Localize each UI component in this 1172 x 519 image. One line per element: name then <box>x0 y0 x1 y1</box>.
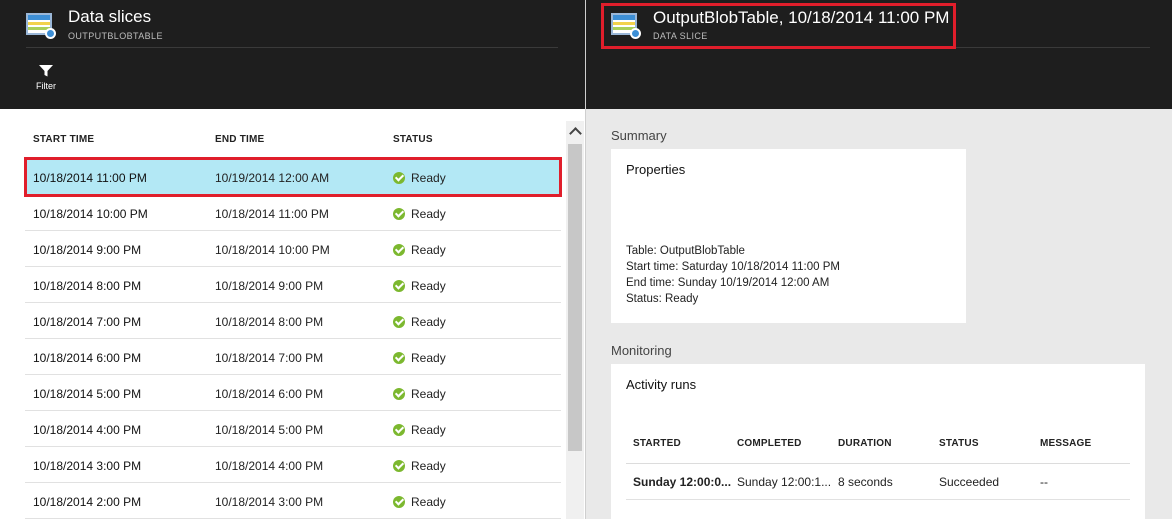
table-row[interactable]: 10/18/2014 8:00 PM 10/18/2014 9:00 PM Re… <box>25 267 561 303</box>
ready-check-icon <box>393 352 405 364</box>
status-cell: Ready <box>393 423 446 437</box>
ready-check-icon <box>393 460 405 472</box>
blade-header: OutputBlobTable, 10/18/2014 11:00 PM DAT… <box>586 0 1172 109</box>
status-label: Ready <box>411 459 446 473</box>
column-header-status[interactable]: STATUS <box>393 134 433 145</box>
table-row[interactable]: 10/18/2014 2:00 PM 10/18/2014 3:00 PM Re… <box>25 483 561 519</box>
start-time-cell: 10/18/2014 4:00 PM <box>33 423 142 437</box>
start-time-cell: 10/18/2014 9:00 PM <box>33 243 142 257</box>
data-table-icon <box>26 13 56 39</box>
data-slices-list: 10/18/2014 11:00 PM 10/19/2014 12:00 AM … <box>25 159 561 519</box>
end-time-cell: 10/18/2014 9:00 PM <box>215 279 324 293</box>
column-header-status[interactable]: STATUS <box>939 438 979 449</box>
scroll-up-icon[interactable] <box>566 121 584 141</box>
duration-cell: 8 seconds <box>838 475 893 489</box>
status-cell: Ready <box>393 279 446 293</box>
activity-runs-tile[interactable]: Activity runs STARTED COMPLETED DURATION… <box>611 364 1145 519</box>
status-label: Ready <box>411 207 446 221</box>
status-label: Ready <box>411 495 446 509</box>
summary-label: Summary <box>611 128 667 143</box>
status-label: Ready <box>411 315 446 329</box>
ready-check-icon <box>393 496 405 508</box>
table-row[interactable]: 10/18/2014 5:00 PM 10/18/2014 6:00 PM Re… <box>25 375 561 411</box>
ready-check-icon <box>393 244 405 256</box>
status-cell: Ready <box>393 243 446 257</box>
ready-check-icon <box>393 280 405 292</box>
column-header-completed[interactable]: COMPLETED <box>737 438 802 449</box>
status-cell: Ready <box>393 207 446 221</box>
start-time-cell: 10/18/2014 6:00 PM <box>33 351 142 365</box>
completed-cell: Sunday 12:00:1... <box>737 475 832 489</box>
status-cell: Ready <box>393 495 446 509</box>
status-label: Ready <box>411 423 446 437</box>
scroll-thumb[interactable] <box>568 144 582 451</box>
status-cell: Ready <box>393 387 446 401</box>
table-row[interactable]: 10/18/2014 3:00 PM 10/18/2014 4:00 PM Re… <box>25 447 561 483</box>
status-label: Ready <box>411 243 446 257</box>
status-label: Ready <box>411 351 446 365</box>
table-row[interactable]: 10/18/2014 7:00 PM 10/18/2014 8:00 PM Re… <box>25 303 561 339</box>
filter-label: Filter <box>36 81 56 91</box>
start-time-cell: 10/18/2014 8:00 PM <box>33 279 142 293</box>
header-divider <box>26 47 558 48</box>
blade-subtitle: OUTPUTBLOBTABLE <box>68 31 163 41</box>
property-end-time: End time: Sunday 10/19/2014 12:00 AM <box>626 277 830 289</box>
property-status: Status: Ready <box>626 293 699 305</box>
filter-button[interactable]: Filter <box>30 64 62 98</box>
ready-check-icon <box>393 208 405 220</box>
monitoring-label: Monitoring <box>611 343 672 358</box>
ready-check-icon <box>393 424 405 436</box>
started-cell[interactable]: Sunday 12:00:0... <box>633 475 731 489</box>
message-cell: -- <box>1040 475 1048 489</box>
column-header-message[interactable]: MESSAGE <box>1040 438 1091 449</box>
data-slice-blade: OutputBlobTable, 10/18/2014 11:00 PM DAT… <box>586 0 1172 519</box>
end-time-cell: 10/18/2014 8:00 PM <box>215 315 324 329</box>
properties-list: Table: OutputBlobTable Start time: Satur… <box>626 243 840 307</box>
properties-title: Properties <box>626 162 686 177</box>
end-time-cell: 10/18/2014 4:00 PM <box>215 459 324 473</box>
start-time-cell: 10/18/2014 3:00 PM <box>33 459 142 473</box>
start-time-cell: 10/18/2014 10:00 PM <box>33 207 148 221</box>
end-time-cell: 10/18/2014 6:00 PM <box>215 387 324 401</box>
title-highlight <box>601 3 956 49</box>
ready-check-icon <box>393 316 405 328</box>
blade-title: Data slices <box>68 7 152 26</box>
row-divider <box>626 499 1130 500</box>
table-row[interactable]: 10/18/2014 6:00 PM 10/18/2014 7:00 PM Re… <box>25 339 561 375</box>
column-header-end-time[interactable]: END TIME <box>215 134 264 145</box>
end-time-cell: 10/18/2014 3:00 PM <box>215 495 324 509</box>
status-cell: Ready <box>393 351 446 365</box>
header-divider <box>626 463 1130 464</box>
column-header-start-time[interactable]: START TIME <box>33 134 94 145</box>
end-time-cell: 10/18/2014 7:00 PM <box>215 351 324 365</box>
vertical-scrollbar[interactable] <box>566 121 584 519</box>
end-time-cell: 10/18/2014 10:00 PM <box>215 243 330 257</box>
filter-icon <box>39 65 53 77</box>
selected-row-highlight <box>24 157 562 197</box>
start-time-cell: 10/18/2014 2:00 PM <box>33 495 142 509</box>
run-status-cell: Succeeded <box>939 475 1000 489</box>
property-start-time: Start time: Saturday 10/18/2014 11:00 PM <box>626 261 840 273</box>
end-time-cell: 10/18/2014 11:00 PM <box>215 207 329 221</box>
table-row[interactable]: 10/18/2014 9:00 PM 10/18/2014 10:00 PM R… <box>25 231 561 267</box>
table-row[interactable]: 10/18/2014 10:00 PM 10/18/2014 11:00 PM … <box>25 195 561 231</box>
status-label: Ready <box>411 387 446 401</box>
status-cell: Ready <box>393 315 446 329</box>
status-cell: Ready <box>393 459 446 473</box>
table-row[interactable]: 10/18/2014 4:00 PM 10/18/2014 5:00 PM Re… <box>25 411 561 447</box>
start-time-cell: 10/18/2014 5:00 PM <box>33 387 142 401</box>
activity-runs-title: Activity runs <box>626 377 697 392</box>
column-header-duration[interactable]: DURATION <box>838 438 892 449</box>
end-time-cell: 10/18/2014 5:00 PM <box>215 423 324 437</box>
column-header-started[interactable]: STARTED <box>633 438 681 449</box>
ready-check-icon <box>393 388 405 400</box>
property-table: Table: OutputBlobTable <box>626 245 745 257</box>
status-label: Ready <box>411 279 446 293</box>
blade-header: Data slices OUTPUTBLOBTABLE Filter <box>0 0 585 109</box>
data-slices-blade: Data slices OUTPUTBLOBTABLE Filter START… <box>0 0 585 519</box>
start-time-cell: 10/18/2014 7:00 PM <box>33 315 142 329</box>
properties-tile[interactable]: Properties Table: OutputBlobTable Start … <box>611 149 966 323</box>
